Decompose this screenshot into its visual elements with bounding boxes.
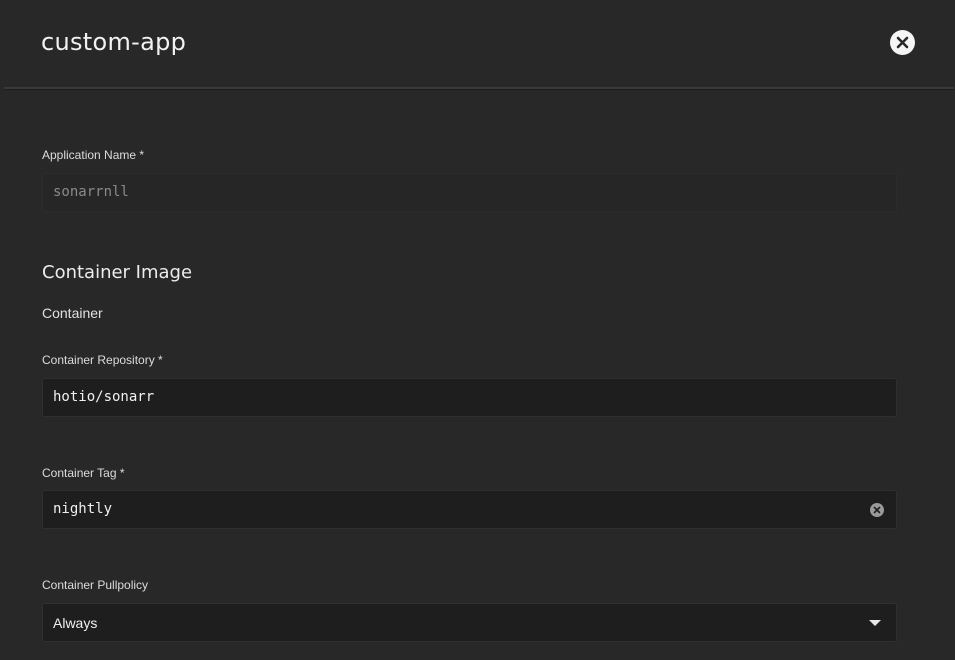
application-name-value: sonarrnll <box>53 184 129 200</box>
container-image-heading: Container Image <box>42 262 193 283</box>
custom-app-panel: custom-app Application Name * sonarrnll … <box>0 0 955 660</box>
container-tag-field[interactable]: nightly <box>42 490 897 529</box>
container-pullpolicy-label: Container Pullpolicy <box>42 578 149 592</box>
close-button[interactable] <box>890 30 915 55</box>
close-icon <box>896 36 909 49</box>
container-tag-label: Container Tag * <box>42 466 125 480</box>
container-subheading: Container <box>42 305 103 321</box>
header-divider <box>4 87 954 89</box>
container-repository-value: hotio/sonarr <box>53 389 155 405</box>
panel-header: custom-app <box>0 0 955 87</box>
container-tag-value: nightly <box>53 501 113 517</box>
container-repository-label: Container Repository * <box>42 353 163 367</box>
page-title: custom-app <box>41 28 187 56</box>
container-pullpolicy-select[interactable]: Always <box>42 603 897 642</box>
application-name-label: Application Name * <box>42 148 145 162</box>
container-pullpolicy-value: Always <box>53 615 98 631</box>
container-repository-field[interactable]: hotio/sonarr <box>42 378 897 417</box>
clear-icon[interactable] <box>870 503 884 517</box>
application-name-field: sonarrnll <box>42 173 897 212</box>
clear-x-icon <box>873 506 881 514</box>
chevron-down-icon <box>869 620 881 626</box>
